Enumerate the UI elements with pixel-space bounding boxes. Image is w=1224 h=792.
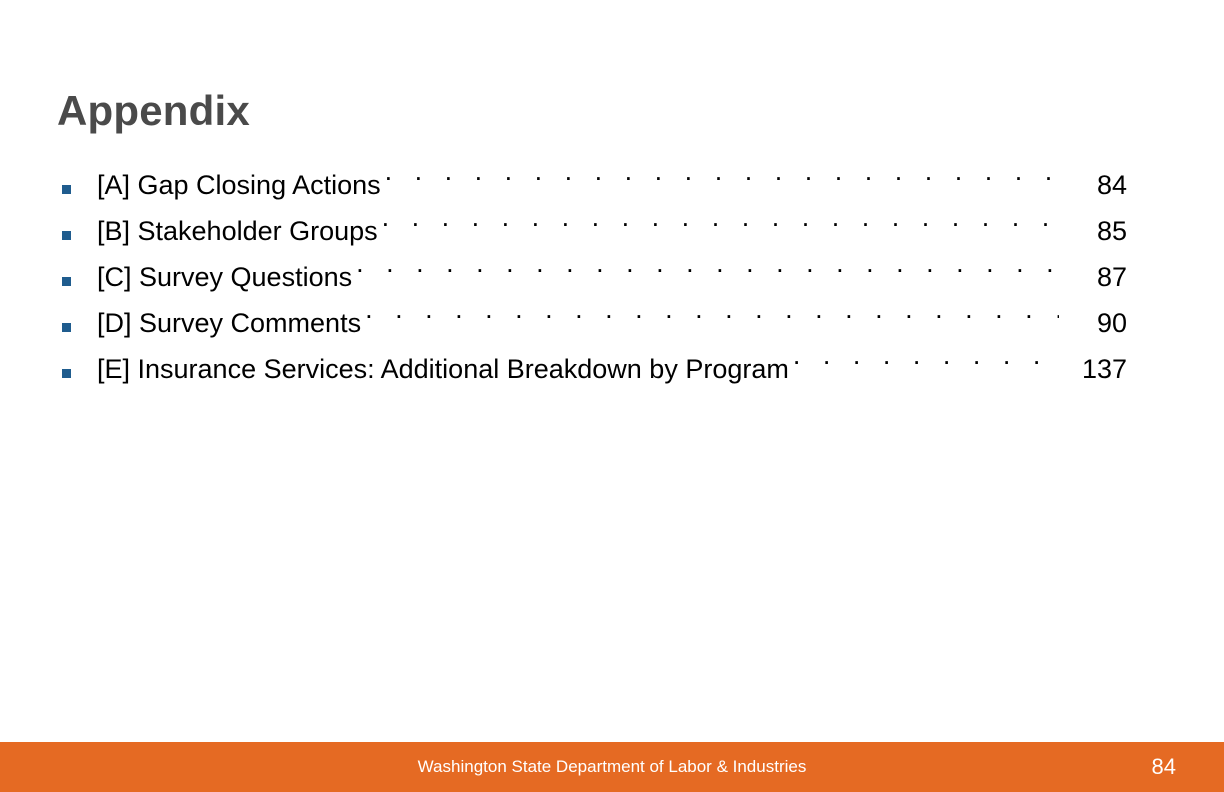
- list-item[interactable]: [A] Gap Closing Actions . . . . . . . . …: [57, 148, 1127, 200]
- slide-canvas: Appendix [A] Gap Closing Actions . . . .…: [0, 0, 1224, 792]
- toc-entry-page: 87: [1096, 262, 1127, 292]
- toc-entry-label: [B] Stakeholder Groups: [97, 216, 378, 246]
- toc-leader-dots: . . . . . . . . . . . . . . . . . . . . …: [384, 158, 1059, 185]
- toc-entry-page: 90: [1096, 308, 1127, 338]
- page-title: Appendix: [57, 87, 250, 135]
- toc-leader-dots: . . . . . . . . . . . . . . . . . . . . …: [381, 204, 1059, 231]
- toc-entry-label: [D] Survey Comments: [97, 308, 362, 338]
- square-bullet-icon: [57, 259, 97, 305]
- square-bullet-icon: [57, 167, 97, 213]
- square-bullet-icon: [57, 351, 97, 397]
- toc-leader-dots: . . . . . . . . . . . . . . . . . . . . …: [792, 342, 1059, 369]
- toc-entry-label: [E] Insurance Services: Additional Break…: [97, 354, 789, 384]
- toc-entry-label: [A] Gap Closing Actions: [97, 170, 381, 200]
- footer-organization-label: Washington State Department of Labor & I…: [417, 757, 807, 776]
- footer-page-number: 84: [1151, 754, 1176, 779]
- appendix-toc-list: [A] Gap Closing Actions . . . . . . . . …: [57, 148, 1127, 384]
- toc-entry-page: 137: [1081, 354, 1127, 384]
- toc-leader-dots: . . . . . . . . . . . . . . . . . . . . …: [365, 296, 1059, 323]
- toc-entry-page: 84: [1096, 170, 1127, 200]
- toc-leader-dots: . . . . . . . . . . . . . . . . . . . . …: [356, 250, 1059, 277]
- toc-entry-page: 85: [1096, 216, 1127, 246]
- toc-entry-label: [C] Survey Questions: [97, 262, 353, 292]
- square-bullet-icon: [57, 213, 97, 259]
- square-bullet-icon: [57, 305, 97, 351]
- footer-bar: Washington State Department of Labor & I…: [0, 742, 1224, 792]
